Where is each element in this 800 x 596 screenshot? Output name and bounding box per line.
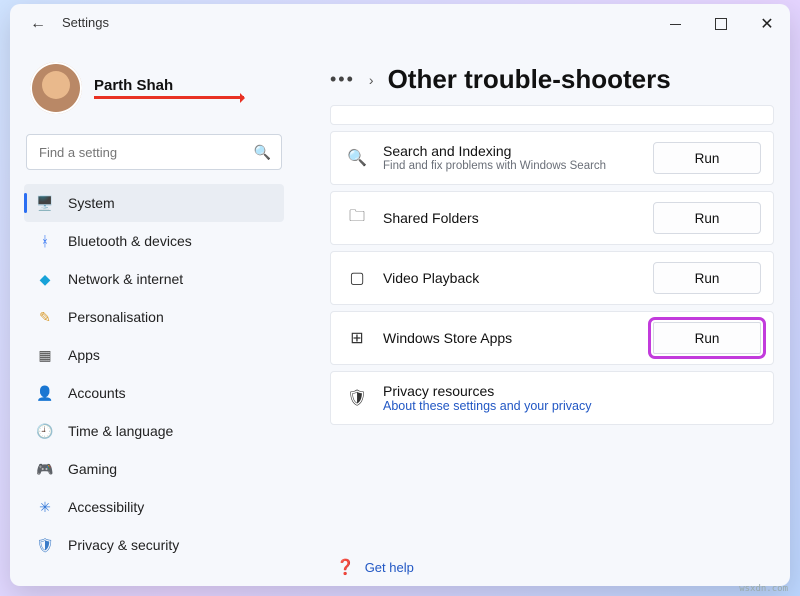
- card-shared-folders: 🗀 Shared Folders Run: [330, 191, 774, 245]
- person-icon: 👤: [36, 385, 54, 402]
- get-help-link[interactable]: ❓ Get help: [330, 544, 780, 576]
- page-title: Other trouble-shooters: [388, 64, 671, 95]
- store-icon: ⊞: [345, 328, 369, 348]
- card-partial-top: [330, 105, 774, 125]
- sidebar-item-system[interactable]: 🖥️ System: [24, 184, 284, 222]
- sidebar-item-privacy[interactable]: 🛡 Privacy & security: [24, 526, 284, 564]
- search-box[interactable]: 🔍: [26, 134, 282, 170]
- watermark: wsxdn.com: [739, 584, 788, 594]
- app-title: Settings: [62, 15, 109, 30]
- run-button[interactable]: Run: [653, 322, 761, 354]
- video-icon: ▢: [345, 268, 369, 288]
- system-icon: 🖥️: [36, 195, 54, 212]
- redaction-mark: [94, 96, 244, 99]
- sidebar-item-label: Accounts: [68, 385, 126, 401]
- apps-icon: ▦: [36, 347, 54, 364]
- settings-window: ← Settings ✕ Parth Shah 🔍: [10, 4, 790, 586]
- sidebar-item-label: System: [68, 195, 115, 211]
- sidebar-item-gaming[interactable]: 🎮 Gaming: [24, 450, 284, 488]
- card-video-playback: ▢ Video Playback Run: [330, 251, 774, 305]
- card-title: Search and Indexing: [383, 143, 639, 159]
- search-icon: 🔍: [345, 148, 369, 168]
- sidebar-item-accessibility[interactable]: ✳ Accessibility: [24, 488, 284, 526]
- sidebar-item-accounts[interactable]: 👤 Accounts: [24, 374, 284, 412]
- folder-share-icon: 🗀: [345, 205, 369, 232]
- run-button[interactable]: Run: [653, 262, 761, 294]
- profile-text: Parth Shah: [94, 77, 244, 99]
- shield-icon: 🛡: [36, 537, 54, 554]
- card-search-indexing: 🔍 Search and Indexing Find and fix probl…: [330, 131, 774, 185]
- shield-icon: 🛡: [345, 388, 369, 408]
- get-help-label: Get help: [365, 560, 414, 575]
- sidebar-item-time-language[interactable]: 🕘 Time & language: [24, 412, 284, 450]
- main-panel: ••• › Other trouble-shooters 🔍 Search an…: [298, 44, 790, 586]
- window-body: Parth Shah 🔍 🖥️ System ᚼ Bluetoo: [10, 44, 790, 586]
- breadcrumb: ••• › Other trouble-shooters: [330, 48, 780, 105]
- sidebar-item-apps[interactable]: ▦ Apps: [24, 336, 284, 374]
- card-title: Shared Folders: [383, 210, 639, 226]
- avatar: [30, 62, 82, 114]
- wifi-icon: ◆: [36, 271, 54, 288]
- card-title: Windows Store Apps: [383, 330, 639, 346]
- clock-icon: 🕘: [36, 423, 54, 440]
- sidebar-item-label: Bluetooth & devices: [68, 233, 192, 249]
- run-button[interactable]: Run: [653, 202, 761, 234]
- sidebar: Parth Shah 🔍 🖥️ System ᚼ Bluetoo: [10, 44, 298, 586]
- brush-icon: ✎: [36, 309, 54, 326]
- profile-name: Parth Shah: [94, 77, 244, 94]
- card-title: Privacy resources: [383, 383, 761, 399]
- card-desc: Find and fix problems with Windows Searc…: [383, 159, 639, 173]
- card-windows-store-apps: ⊞ Windows Store Apps Run: [330, 311, 774, 365]
- sidebar-item-label: Personalisation: [68, 309, 164, 325]
- back-button[interactable]: ←: [28, 14, 48, 34]
- search-icon: 🔍: [254, 144, 271, 161]
- sidebar-item-label: Accessibility: [68, 499, 144, 515]
- close-button[interactable]: ✕: [744, 4, 790, 44]
- accessibility-icon: ✳: [36, 499, 54, 516]
- privacy-link[interactable]: About these settings and your privacy: [383, 399, 761, 413]
- sidebar-item-bluetooth[interactable]: ᚼ Bluetooth & devices: [24, 222, 284, 260]
- chevron-right-icon: ›: [369, 72, 374, 88]
- gamepad-icon: 🎮: [36, 461, 54, 478]
- search-input[interactable]: [37, 144, 254, 161]
- sidebar-item-label: Network & internet: [68, 271, 183, 287]
- sidebar-item-label: Privacy & security: [68, 537, 179, 553]
- sidebar-item-label: Gaming: [68, 461, 117, 477]
- maximize-button[interactable]: [698, 4, 744, 44]
- card-title: Video Playback: [383, 270, 639, 286]
- sidebar-item-label: Time & language: [68, 423, 173, 439]
- minimize-button[interactable]: [652, 4, 698, 44]
- bluetooth-icon: ᚼ: [36, 233, 54, 249]
- run-button[interactable]: Run: [653, 142, 761, 174]
- card-privacy-resources: 🛡 Privacy resources About these settings…: [330, 371, 774, 425]
- profile-block[interactable]: Parth Shah: [24, 52, 284, 130]
- troubleshooter-list: 🔍 Search and Indexing Find and fix probl…: [330, 105, 780, 544]
- help-icon: ❓: [336, 558, 355, 576]
- nav: 🖥️ System ᚼ Bluetooth & devices ◆ Networ…: [24, 184, 284, 586]
- more-icon[interactable]: •••: [330, 69, 355, 90]
- sidebar-item-personalisation[interactable]: ✎ Personalisation: [24, 298, 284, 336]
- sidebar-item-label: Apps: [68, 347, 100, 363]
- sidebar-item-network[interactable]: ◆ Network & internet: [24, 260, 284, 298]
- title-bar: ← Settings ✕: [10, 4, 790, 44]
